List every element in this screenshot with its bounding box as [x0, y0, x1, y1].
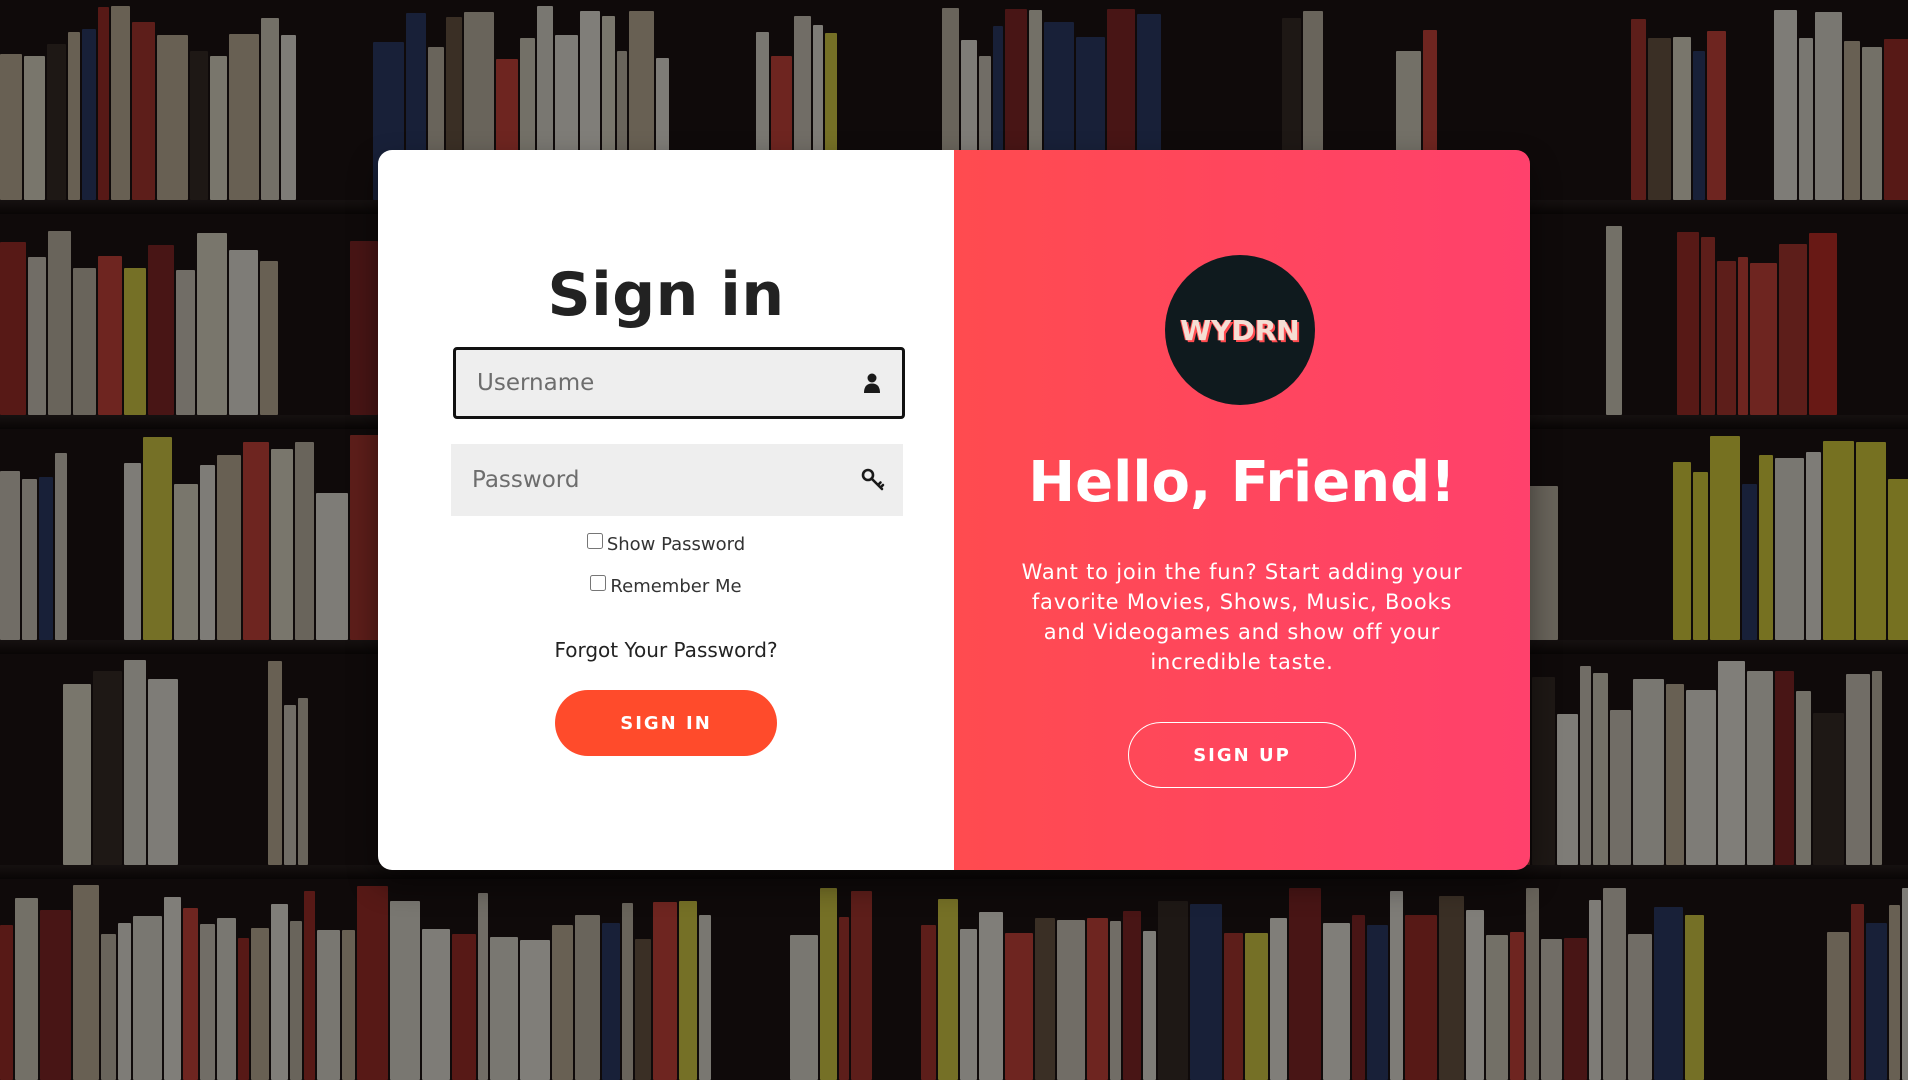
show-password-label: Show Password [606, 533, 746, 555]
username-input[interactable] [456, 349, 842, 417]
page-edge [1908, 0, 1920, 1080]
signin-panel: Sign in Show Password [378, 150, 954, 870]
auth-card: Sign in Show Password [378, 150, 1530, 870]
logo-text: WYDRN [1180, 313, 1300, 347]
password-field[interactable] [451, 443, 903, 517]
signin-title: Sign in [547, 260, 785, 330]
signup-button[interactable]: SIGN UP [1128, 722, 1356, 788]
username-field[interactable] [453, 347, 905, 419]
forgot-password-link[interactable]: Forgot Your Password? [378, 638, 954, 662]
show-password-checkbox[interactable] [586, 533, 603, 549]
password-input[interactable] [451, 443, 843, 517]
remember-me-option[interactable]: Remember Me [378, 575, 954, 597]
key-icon [843, 468, 903, 492]
show-password-option[interactable]: Show Password [378, 533, 954, 555]
wydrn-logo: WYDRN [1165, 255, 1315, 405]
welcome-heading: Hello, Friend! [1028, 450, 1456, 515]
remember-me-checkbox[interactable] [590, 575, 607, 591]
welcome-blurb: Want to join the fun? Start adding your … [1021, 560, 1463, 674]
user-icon [842, 373, 902, 393]
remember-me-label: Remember Me [610, 575, 742, 597]
signup-panel: WYDRN Hello, Friend! Want to join the fu… [954, 150, 1530, 870]
signin-button[interactable]: SIGN IN [555, 690, 777, 756]
